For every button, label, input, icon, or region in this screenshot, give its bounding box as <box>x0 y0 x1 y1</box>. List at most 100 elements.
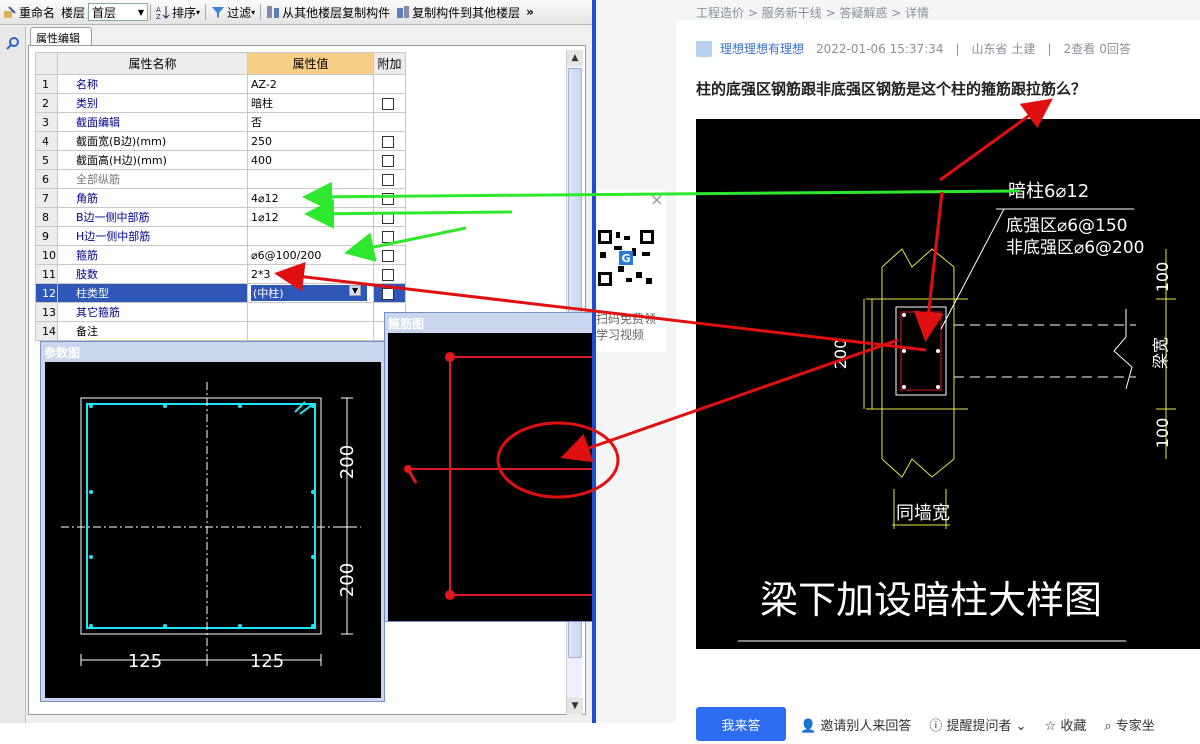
cad-caption: 梁下加设暗柱大样图 <box>760 578 1102 622</box>
property-value-cell[interactable] <box>247 169 374 189</box>
column-outline <box>80 397 322 635</box>
property-value-cell[interactable]: 否 <box>247 112 374 132</box>
table-row[interactable]: 5 截面高(H边)(mm) 400 <box>35 150 406 170</box>
table-row[interactable]: 14 备注 <box>35 321 406 341</box>
property-value-cell[interactable]: 1⌀12 <box>247 207 374 227</box>
property-value-cell[interactable]: 400 <box>247 150 374 170</box>
chevron-down-icon[interactable]: ▼ <box>349 285 362 296</box>
property-value-cell[interactable] <box>247 321 374 341</box>
table-row[interactable]: 8 B边一侧中部筋 1⌀12 <box>35 207 406 227</box>
scroll-up-icon[interactable]: ▲ <box>567 50 583 66</box>
cad-drawing-image[interactable]: 暗柱6⌀12 底强区⌀6@150 非底强区⌀6@200 100 100 200 … <box>696 119 1200 649</box>
table-row[interactable]: 13 其它箍筋 <box>35 302 406 322</box>
table-row[interactable]: 6 全部纵筋 <box>35 169 406 189</box>
copy-to-label: 复制构件到其他楼层 <box>412 5 521 20</box>
tab-property-edit[interactable]: 属性编辑 <box>30 27 92 45</box>
filter-button[interactable]: 过滤 ▾ <box>208 0 258 25</box>
answer-button[interactable]: 我来答 <box>696 707 786 741</box>
property-value: 4⌀12 <box>251 191 279 205</box>
discipline: 土建 <box>1011 42 1036 56</box>
property-table: 属性名称 属性值 附加 1 名称 AZ-2 2 类别 暗柱 3 截面编辑否 4 截面宽(B边)(m… <box>35 52 406 341</box>
property-value-cell[interactable]: (中柱) ▼ <box>247 283 374 303</box>
dim-right-label: 125 <box>250 651 284 672</box>
user-link[interactable]: 理想理想有理想 <box>720 40 804 57</box>
extra-checkbox[interactable] <box>382 97 394 110</box>
rebar-diagram-canvas <box>388 333 592 621</box>
breadcrumb[interactable]: 工程造价 > 服务新干线 > 答疑解惑 > 详情 <box>696 4 929 21</box>
extra-checkbox[interactable] <box>382 211 394 224</box>
property-value-cell[interactable]: 4⌀12 <box>247 188 374 208</box>
extra-checkbox[interactable] <box>382 287 394 300</box>
rename-label: 重命名 <box>19 5 56 20</box>
extra-checkbox[interactable] <box>382 173 394 186</box>
copy-from-icon <box>266 5 280 19</box>
favorite-button[interactable]: ☆ 收藏 <box>1045 715 1087 734</box>
property-value-cell[interactable]: 暗柱 <box>247 93 374 113</box>
table-row[interactable]: 1 名称 AZ-2 <box>35 74 406 94</box>
property-name: 其它箍筋 <box>57 302 248 322</box>
scroll-down-icon[interactable]: ▼ <box>567 698 583 714</box>
more-button[interactable]: » <box>523 0 537 25</box>
table-row[interactable]: 9 H边一侧中部筋 <box>35 226 406 246</box>
row-index: 14 <box>35 321 58 341</box>
table-row[interactable]: 10 箍筋 ⌀6@100/200 <box>35 245 406 265</box>
sort-button[interactable]: AZ 排序 ▾ <box>153 0 203 25</box>
sort-label: 排序 <box>172 5 197 20</box>
property-value: 250 <box>251 134 272 148</box>
row-index: 11 <box>35 264 58 284</box>
avatar-icon[interactable] <box>696 40 712 57</box>
extra-checkbox[interactable] <box>382 135 394 148</box>
table-row[interactable]: 3 截面编辑否 <box>35 112 406 132</box>
property-name: 截面编辑 <box>57 112 248 132</box>
table-row[interactable]: 12 柱类型 (中柱) ▼ <box>35 283 406 303</box>
table-row[interactable]: 4 截面宽(B边)(mm) 250 <box>35 131 406 151</box>
toolbar: 重命名 楼层 首层 ▼ AZ 排序 ▾ 过滤 ▾ 从其他楼层复制构件 复制构件到其他… <box>0 0 592 25</box>
copy-to-floor-button[interactable]: 复制构件到其他楼层 <box>393 0 523 25</box>
property-value: 2*3 <box>251 267 271 281</box>
extra-checkbox[interactable] <box>382 268 394 281</box>
extra-cell <box>373 188 406 208</box>
property-name: H边一侧中部筋 <box>57 226 248 246</box>
qr-code[interactable]: G <box>596 228 656 288</box>
remind-button[interactable]: ⓘ 提醒提问者 ⌄ <box>929 715 1026 734</box>
extra-checkbox[interactable] <box>382 192 394 205</box>
property-value-cell[interactable]: ⌀6@100/200 <box>247 245 374 265</box>
beam-dashed-lines <box>954 324 1136 378</box>
floor-select[interactable]: 首层 ▼ <box>88 3 149 21</box>
remind-label: 提醒提问者 <box>946 718 1012 734</box>
corner-bar-bottom <box>445 590 455 600</box>
property-value-cell[interactable] <box>247 226 374 246</box>
tie-bar <box>404 465 412 473</box>
search-icon[interactable] <box>6 36 20 53</box>
copy-from-floor-button[interactable]: 从其他楼层复制构件 <box>263 0 393 25</box>
table-row[interactable]: 11 肢数 2*3 <box>35 264 406 284</box>
rebar-panel-title: 箍筋图 <box>388 317 425 331</box>
extra-cell <box>373 264 406 284</box>
dim-vertical-lines <box>341 397 353 635</box>
property-value-cell[interactable]: AZ-2 <box>247 74 374 94</box>
extra-checkbox[interactable] <box>382 230 394 243</box>
close-icon[interactable]: × <box>650 190 663 209</box>
rename-button[interactable]: 重命名 <box>0 0 58 25</box>
extra-cell <box>373 93 406 113</box>
extra-cell <box>373 150 406 170</box>
table-row[interactable]: 7 角筋 4⌀12 <box>35 188 406 208</box>
stirrup-outline <box>86 403 316 629</box>
property-value-cell[interactable]: 250 <box>247 131 374 151</box>
extra-checkbox[interactable] <box>382 249 394 262</box>
view-count: 2查看 <box>1063 42 1096 56</box>
property-value-cell[interactable]: 2*3 <box>247 264 374 284</box>
invite-button[interactable]: 👤 邀请别人来回答 <box>800 715 911 734</box>
extra-checkbox[interactable] <box>382 154 394 167</box>
copy-to-icon <box>396 5 410 19</box>
row-index: 2 <box>35 93 58 113</box>
corner-bar-top <box>445 352 455 362</box>
floor-label: 楼层 <box>61 5 86 20</box>
software-window: 重命名 楼层 首层 ▼ AZ 排序 ▾ 过滤 ▾ 从其他楼层复制构件 复制构件到其他… <box>0 0 592 723</box>
table-row[interactable]: 2 类别 暗柱 <box>35 93 406 113</box>
header-value: 属性值 <box>247 52 374 75</box>
meta-separator: | <box>955 41 960 56</box>
property-value-cell[interactable] <box>247 302 374 322</box>
copy-from-label: 从其他楼层复制构件 <box>282 5 391 20</box>
expert-button[interactable]: ⌕ 专家坐 <box>1104 715 1154 734</box>
